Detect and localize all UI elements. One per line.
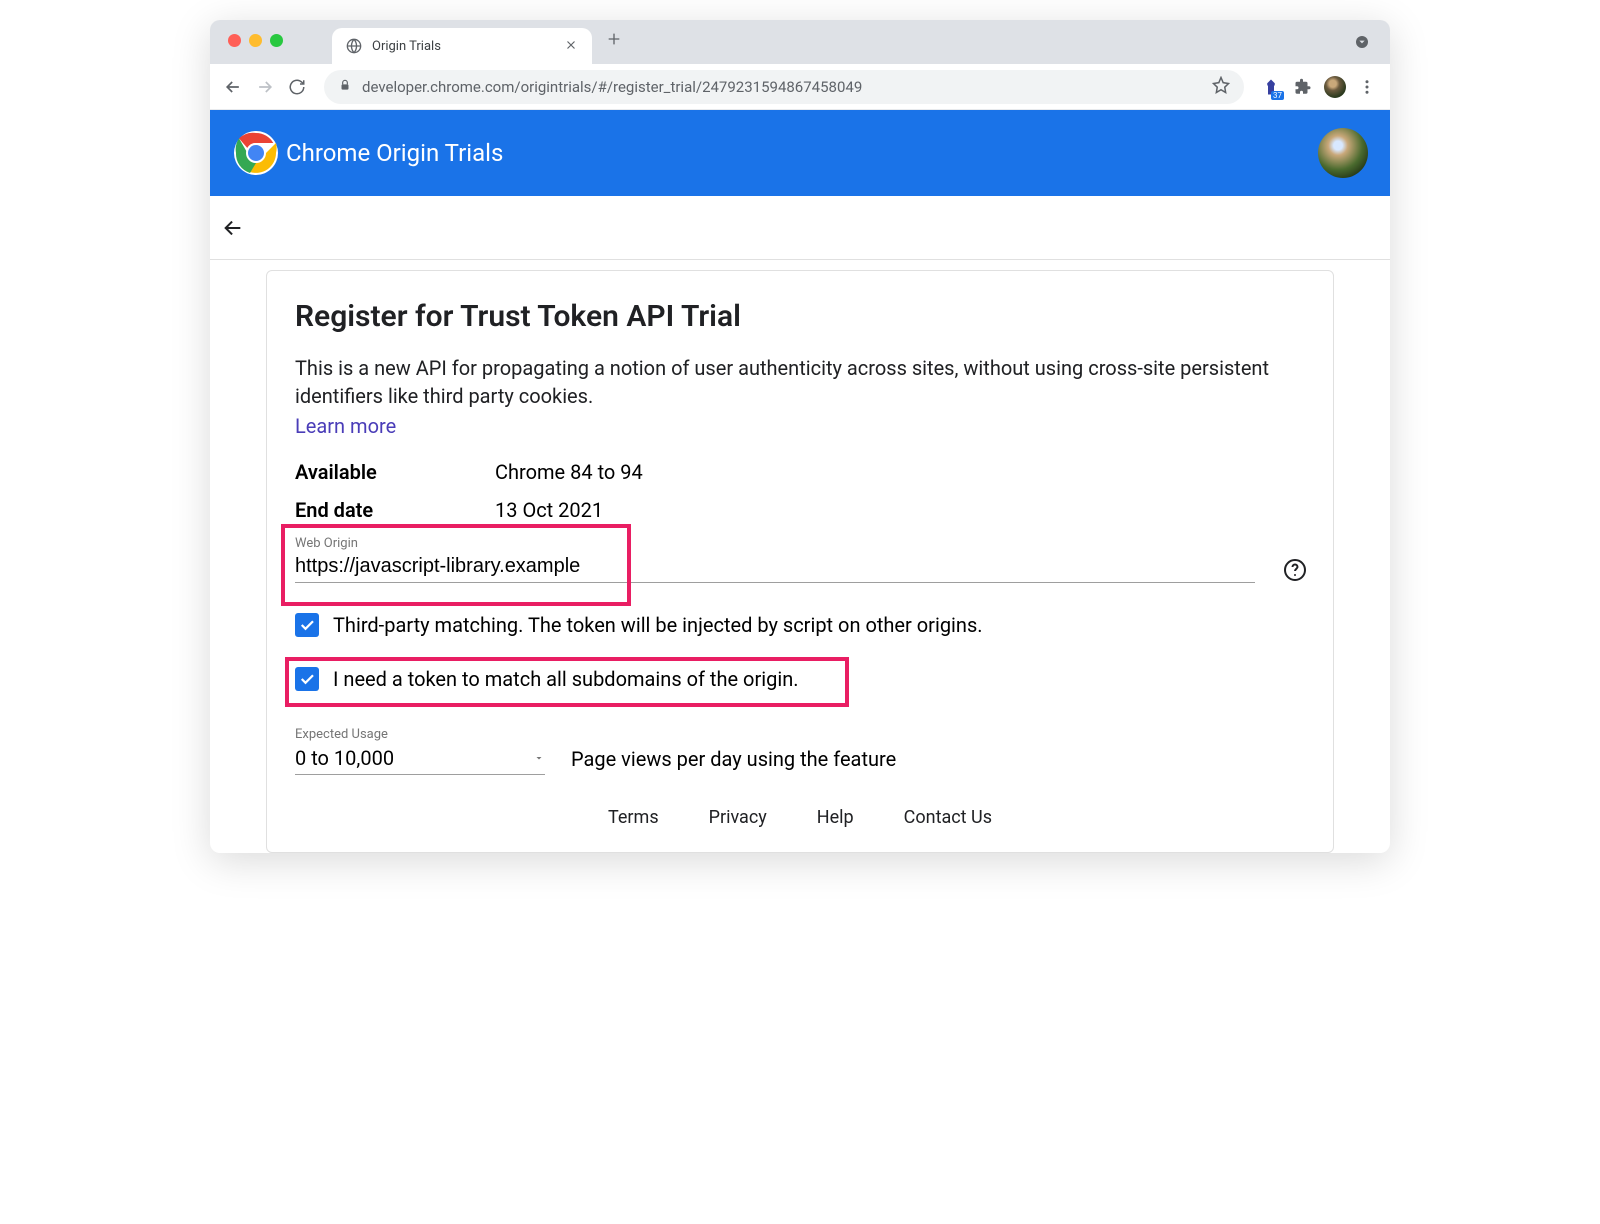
address-bar[interactable]: developer.chrome.com/origintrials/#/regi… [324,70,1244,104]
extensions-puzzle-icon[interactable] [1292,76,1314,98]
browser-window: Origin Trials developer.chrome.com/origi… [210,20,1390,853]
tab-strip: Origin Trials [210,20,1390,64]
footer-links: Terms Privacy Help Contact Us [295,807,1305,828]
browser-menu-icon[interactable] [1356,76,1378,98]
registration-card: Register for Trust Token API Trial This … [266,270,1334,853]
back-row [210,196,1390,260]
browser-tab[interactable]: Origin Trials [332,28,592,64]
subdomain-checkbox[interactable] [295,667,319,691]
expected-usage-value: 0 to 10,000 [295,746,394,770]
card-title: Register for Trust Token API Trial [295,299,1305,334]
web-origin-label: Web Origin [295,536,1305,551]
lock-icon [338,77,352,96]
chrome-logo-icon [232,129,280,177]
tab-dropdown-icon[interactable] [1354,34,1370,54]
expected-usage-description: Page views per day using the feature [571,747,896,775]
bookmark-star-icon[interactable] [1212,76,1230,98]
back-button[interactable] [222,76,244,98]
maximize-window-button[interactable] [270,34,283,47]
third-party-checkbox[interactable] [295,613,319,637]
brand-title: Chrome Origin Trials [286,139,503,167]
chevron-down-icon [533,752,545,764]
window-controls [228,34,283,47]
available-label: Available [295,460,495,484]
globe-icon [346,38,362,54]
close-window-button[interactable] [228,34,241,47]
footer-terms-link[interactable]: Terms [608,807,659,828]
available-value: Chrome 84 to 94 [495,460,643,484]
close-tab-icon[interactable] [564,37,578,56]
profile-avatar-large[interactable] [1318,128,1368,178]
reload-button[interactable] [286,76,308,98]
info-table: Available Chrome 84 to 94 End date 13 Oc… [295,460,1305,522]
extension-lighthouse-icon[interactable]: 37 [1260,76,1282,98]
subdomain-label: I need a token to match all subdomains o… [333,667,799,691]
new-tab-button[interactable] [606,28,622,56]
end-date-value: 13 Oct 2021 [495,498,603,522]
footer-privacy-link[interactable]: Privacy [709,807,767,828]
page-back-button[interactable] [222,217,244,239]
third-party-checkbox-row: Third-party matching. The token will be … [295,613,1305,637]
subdomain-checkbox-row: I need a token to match all subdomains o… [295,667,1305,691]
end-date-label: End date [295,498,495,522]
web-origin-input[interactable] [295,551,1255,583]
page-header: Chrome Origin Trials [210,110,1390,196]
tab-title: Origin Trials [372,39,554,54]
expected-usage-row: Expected Usage 0 to 10,000 Page views pe… [295,727,1305,775]
third-party-label: Third-party matching. The token will be … [333,613,983,637]
footer-contact-link[interactable]: Contact Us [904,807,992,828]
profile-avatar-small[interactable] [1324,76,1346,98]
web-origin-field: Web Origin [295,536,1305,583]
browser-toolbar: developer.chrome.com/origintrials/#/regi… [210,64,1390,110]
url-text: developer.chrome.com/origintrials/#/regi… [362,78,1202,96]
brand[interactable]: Chrome Origin Trials [232,129,503,177]
forward-button[interactable] [254,76,276,98]
learn-more-link[interactable]: Learn more [295,414,396,438]
expected-usage-label: Expected Usage [295,727,545,742]
minimize-window-button[interactable] [249,34,262,47]
extension-badge: 37 [1271,91,1284,100]
help-icon[interactable] [1283,558,1307,586]
expected-usage-select[interactable]: 0 to 10,000 [295,742,545,775]
card-description: This is a new API for propagating a noti… [295,354,1305,410]
footer-help-link[interactable]: Help [817,807,854,828]
